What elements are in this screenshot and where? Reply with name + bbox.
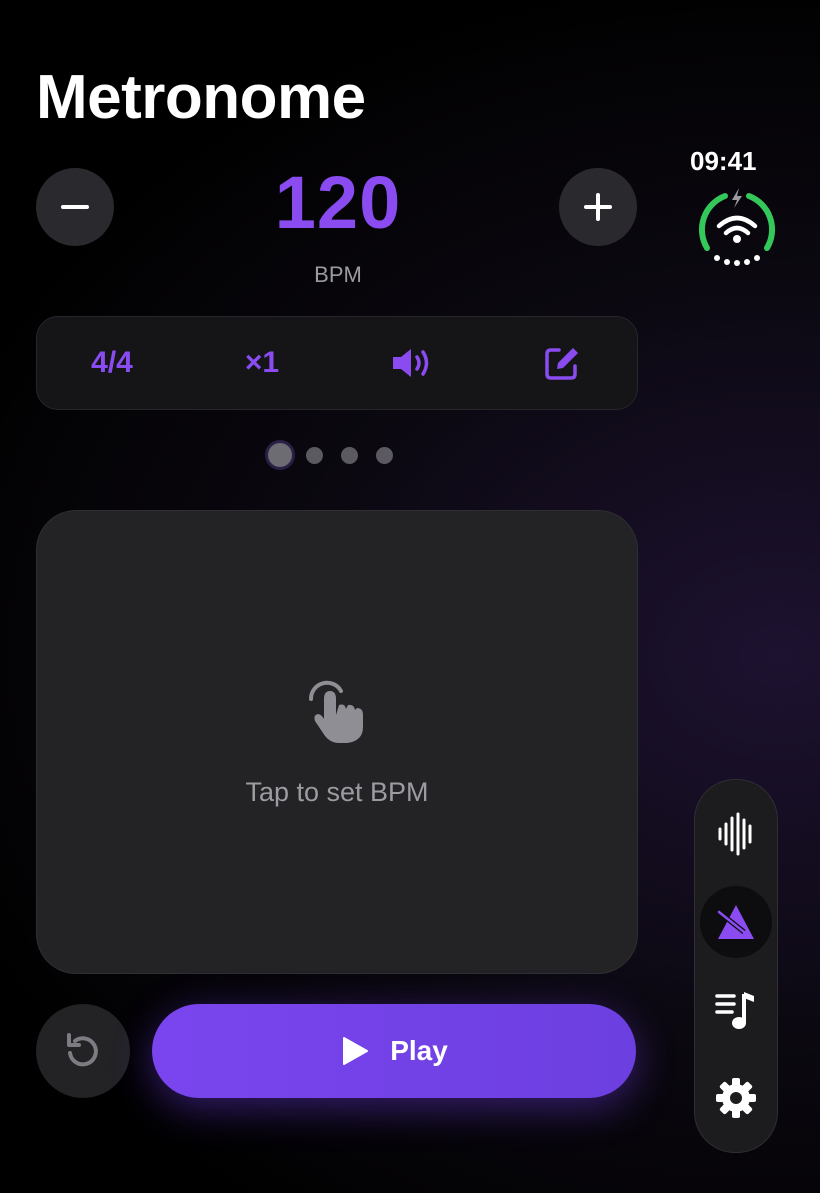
minus-icon [61, 205, 89, 209]
play-button[interactable]: Play [152, 1004, 636, 1098]
tap-pad-label: Tap to set BPM [245, 777, 429, 807]
page-dot[interactable] [341, 446, 358, 464]
time-signature-label: 4/4 [91, 346, 133, 379]
rotate-left-icon [67, 1033, 98, 1067]
page-dot[interactable] [306, 446, 323, 464]
page-title: Metronome [36, 63, 366, 132]
music-list-icon [715, 992, 754, 1029]
subdivision-button[interactable]: ×1 [187, 346, 337, 380]
time-signature-button[interactable]: 4/4 [37, 346, 187, 380]
play-label: Play [390, 1035, 448, 1066]
dock-item-settings[interactable] [700, 1062, 772, 1134]
subdivision-label: ×1 [244, 346, 280, 379]
settings-bar: 4/4 ×1 [36, 316, 638, 410]
wifi-battery-status-icon [698, 188, 776, 266]
decrease-bpm-button[interactable] [36, 168, 114, 246]
tap-bpm-pad[interactable]: Tap to set BPM [36, 510, 638, 974]
plus-icon [584, 193, 612, 221]
bpm-value[interactable]: 120 [200, 160, 476, 245]
dock-item-metronome[interactable] [700, 886, 772, 958]
increase-bpm-button[interactable] [559, 168, 637, 246]
reset-button[interactable] [36, 1004, 130, 1098]
sound-button[interactable] [337, 346, 487, 380]
page-dot[interactable] [376, 446, 393, 464]
hand-tap-icon [308, 680, 363, 743]
dock-item-tuner[interactable] [700, 798, 772, 870]
speaker-wave-icon [393, 349, 429, 377]
dock-item-setlist[interactable] [700, 974, 772, 1046]
play-icon [343, 1037, 369, 1065]
metronome-icon [717, 905, 754, 939]
page-indicator [266, 443, 411, 467]
bpm-unit-label: BPM [314, 262, 362, 287]
gear-icon [716, 1078, 756, 1118]
page-dot-active[interactable] [268, 443, 292, 467]
waveform-icon [718, 812, 752, 856]
status-time: 09:41 [690, 146, 757, 176]
pencil-square-icon [545, 348, 578, 380]
edit-button[interactable] [487, 344, 637, 382]
side-dock [694, 779, 778, 1153]
